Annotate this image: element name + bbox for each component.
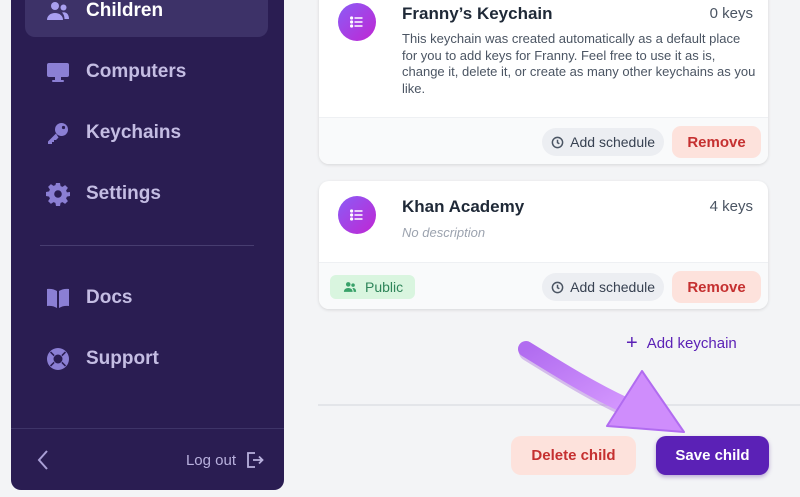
sidebar-item-label: Settings	[86, 183, 161, 204]
plus-icon: +	[626, 332, 638, 354]
logout-button[interactable]: Log out	[186, 447, 264, 473]
keychain-card-footer: Add schedule Remove	[319, 117, 768, 164]
keychain-description: This keychain was created automatically …	[402, 31, 756, 96]
collapse-sidebar-button[interactable]	[33, 447, 53, 473]
keychain-key-count: 0 keys	[709, 5, 753, 22]
add-schedule-label: Add schedule	[570, 134, 655, 150]
sidebar-item-label: Support	[86, 348, 159, 369]
keychain-key-count: 4 keys	[709, 198, 753, 215]
add-schedule-label: Add schedule	[570, 279, 655, 295]
sidebar-item-label: Keychains	[86, 122, 182, 143]
sidebar-divider	[40, 245, 254, 246]
save-child-button[interactable]: Save child	[656, 436, 769, 475]
sidebar-item-docs[interactable]: Docs	[25, 272, 268, 324]
keychain-title: Franny’s Keychain	[402, 4, 553, 23]
logout-icon	[247, 452, 264, 468]
gear-icon	[45, 181, 71, 207]
key-icon	[45, 120, 71, 146]
delete-child-button[interactable]: Delete child	[511, 436, 636, 475]
sidebar-footer: Log out	[11, 428, 284, 490]
sidebar-item-computers[interactable]: Computers	[25, 46, 268, 98]
sidebar-item-support[interactable]: Support	[25, 333, 268, 385]
sidebar-item-keychains[interactable]: Keychains	[25, 107, 268, 159]
keychain-card-footer: Public Add schedule Remove	[319, 262, 768, 309]
sidebar-item-label: Docs	[86, 287, 133, 308]
add-keychain-label: Add keychain	[646, 334, 737, 352]
public-badge: Public	[330, 275, 416, 299]
keychain-card: Franny’s Keychain 0 keys This keychain w…	[319, 0, 768, 164]
keychain-avatar	[338, 3, 376, 41]
sidebar-item-children[interactable]: Children	[25, 0, 268, 37]
clock-icon	[551, 136, 564, 148]
keychain-description: No description	[402, 225, 486, 240]
section-divider	[318, 404, 800, 406]
add-schedule-button[interactable]: Add schedule	[542, 273, 664, 301]
list-icon	[349, 209, 363, 221]
sidebar-item-label: Children	[86, 0, 164, 21]
lifebuoy-icon	[45, 346, 71, 372]
monitor-icon	[45, 59, 71, 85]
add-schedule-button[interactable]: Add schedule	[542, 128, 664, 156]
remove-keychain-button[interactable]: Remove	[672, 126, 761, 158]
add-keychain-button[interactable]: + Add keychain	[626, 332, 737, 354]
chevron-left-icon	[37, 450, 48, 470]
public-badge-label: Public	[365, 279, 404, 295]
logout-label: Log out	[185, 451, 236, 469]
keychain-title: Khan Academy	[402, 197, 525, 216]
keychain-card: Khan Academy 4 keys No description Publi…	[319, 181, 768, 309]
sidebar: Children Computers Keychains Settings Do…	[11, 0, 284, 490]
users-icon	[343, 282, 357, 292]
clock-icon	[551, 281, 564, 293]
users-icon	[45, 0, 71, 24]
keychain-avatar	[338, 196, 376, 234]
remove-keychain-button[interactable]: Remove	[672, 271, 761, 303]
book-icon	[45, 285, 71, 311]
sidebar-item-settings[interactable]: Settings	[25, 168, 268, 220]
sidebar-item-label: Computers	[86, 61, 187, 82]
list-icon	[349, 16, 363, 28]
